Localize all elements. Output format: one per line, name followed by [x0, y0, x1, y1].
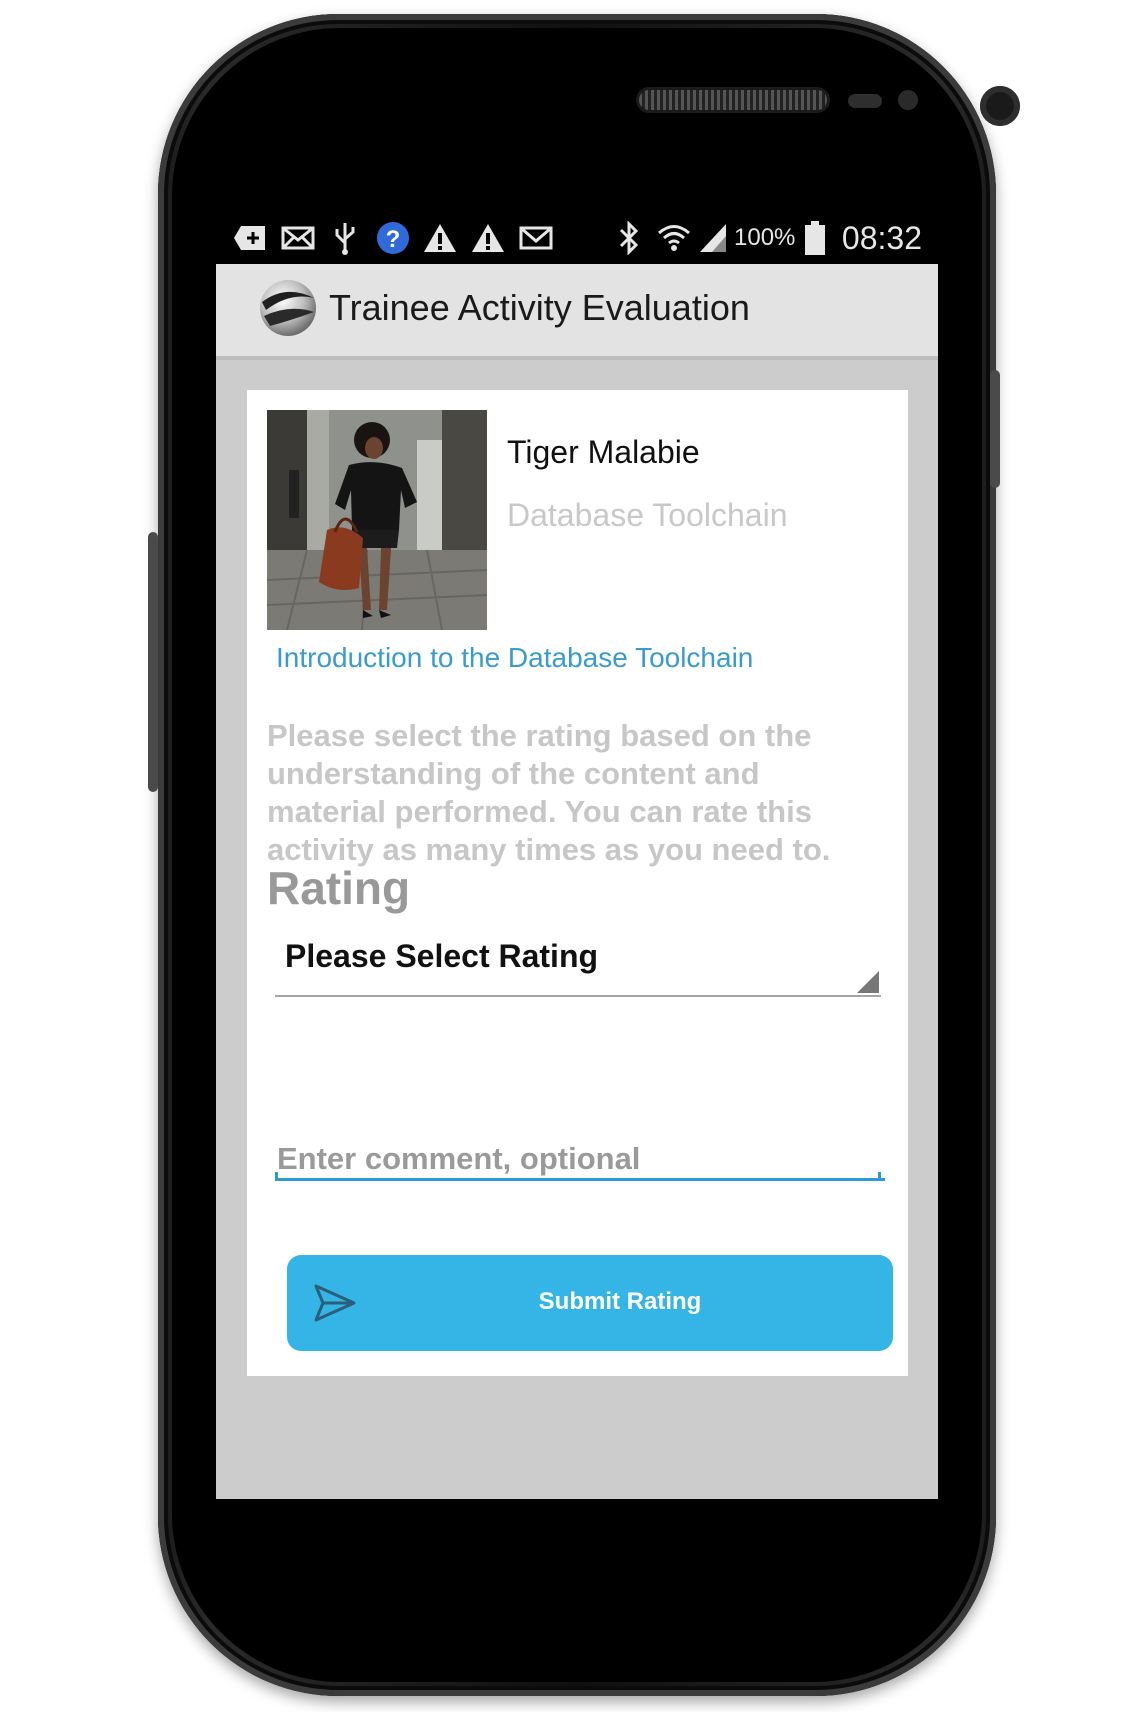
trainee-topic: Database Toolchain: [507, 497, 788, 533]
earpiece-speaker: [639, 90, 827, 110]
front-camera: [980, 86, 1020, 126]
light-sensor: [898, 90, 918, 110]
battery-icon: [802, 221, 828, 255]
screen: ? 100% 08:32 Trainee Activity Evaluation…: [216, 212, 938, 1499]
app-title: Trainee Activity Evaluation: [329, 287, 750, 328]
bluetooth-icon: [616, 221, 642, 255]
rating-selected-value: Please Select Rating: [285, 938, 599, 974]
gmail-icon: [518, 222, 554, 254]
volume-button: [148, 532, 158, 792]
rating-heading: Rating: [267, 862, 411, 914]
comment-underline-edge: [878, 1172, 881, 1181]
rating-instructions: Please select the rating based on the un…: [267, 718, 831, 867]
proximity-sensor: [848, 94, 882, 108]
submit-rating-button[interactable]: Submit Rating: [287, 1255, 893, 1351]
warning-icon: [470, 222, 506, 254]
comment-input[interactable]: [275, 1140, 885, 1181]
add-box-icon: [232, 222, 268, 254]
help-icon: ?: [376, 222, 410, 254]
trainee-photo: [267, 410, 487, 630]
signal-icon: [698, 222, 728, 254]
app-bar: Trainee Activity Evaluation: [216, 264, 938, 360]
evaluation-card: Tiger Malabie Database Toolchain Introdu…: [247, 390, 908, 1376]
battery-percentage: 100%: [734, 224, 796, 251]
svg-text:?: ?: [386, 226, 401, 253]
power-button: [990, 370, 1000, 488]
wifi-icon: [656, 222, 692, 254]
rating-dropdown[interactable]: Please Select Rating: [275, 930, 881, 997]
status-bar: ? 100% 08:32: [216, 212, 938, 264]
warning-icon: [422, 222, 458, 254]
globe-swoosh-logo[interactable]: [256, 276, 320, 340]
email-icon: [280, 222, 316, 254]
trainee-name: Tiger Malabie: [507, 434, 700, 470]
usb-icon: [330, 222, 360, 255]
dropdown-arrow-icon: [857, 971, 879, 993]
clock: 08:32: [841, 220, 922, 256]
submit-rating-label: Submit Rating: [538, 1288, 702, 1315]
comment-underline-edge: [275, 1172, 278, 1181]
activity-title-link[interactable]: Introduction to the Database Toolchain: [276, 640, 753, 676]
